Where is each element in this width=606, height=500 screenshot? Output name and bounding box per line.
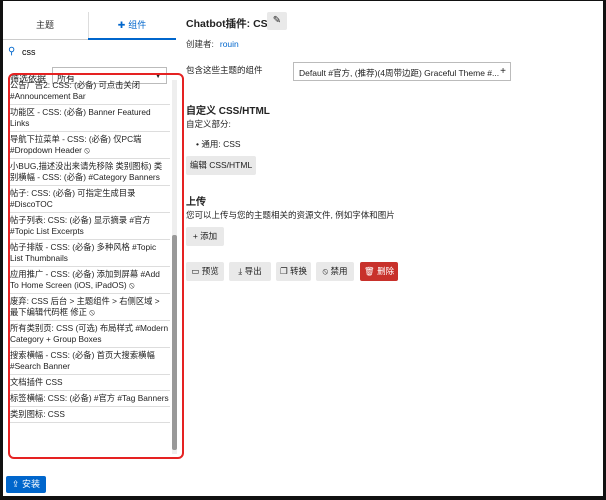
list-item[interactable]: 应用推广 - CSS: (必备) 添加到屏幕 #Add To Home Scre… (10, 267, 170, 294)
delete-button[interactable]: 🗑 删除 (360, 262, 398, 281)
list-item[interactable]: 类别图标: CSS (10, 407, 170, 423)
edit-name-button[interactable]: ✎ (267, 12, 287, 30)
install-button[interactable]: ⇪ 安装 (6, 476, 46, 493)
convert-label: 转换 (289, 266, 307, 276)
monitor-icon: ▭ (191, 266, 200, 276)
list-item[interactable]: 导航下拉菜单 - CSS: (必备) 仅PC端 #Dropdown Header… (10, 132, 170, 159)
creator-label: 创建者: (186, 39, 214, 49)
search-bar: ⚲ (4, 43, 174, 61)
layers-icon: ❐ (279, 266, 288, 276)
list-item[interactable]: 帖子列表: CSS: (必备) 显示摘录 #官方 #Topic List Exc… (10, 213, 170, 240)
list-item[interactable]: 功能区 - CSS: (必备) Banner Featured Links (10, 105, 170, 132)
list-item[interactable]: 废弃: CSS 后台 > 主题组件 > 右侧区域 > 最下编辑代码框 修正 ⦸ (10, 294, 170, 321)
page-title: Chatbot插件: CSS (186, 18, 275, 30)
search-input[interactable] (22, 43, 172, 61)
css-part-label: 自定义部分: (186, 119, 231, 129)
includes-select[interactable]: Default #官方, (推荐)(4周带边距) Graceful Theme … (293, 62, 511, 81)
component-list-items: 公告广告2: CSS: (必备) 可点击关闭 #Announcement Bar… (10, 78, 170, 423)
tab-components[interactable]: ✚ 组件 (88, 12, 176, 40)
add-upload-button[interactable]: + 添加 (186, 227, 224, 246)
tab-bar: 主题 ✚ 组件 (2, 12, 176, 40)
search-icon: ⚲ (8, 46, 16, 57)
creator-link[interactable]: rouin (220, 39, 239, 49)
list-item[interactable]: 小BUG,描述没出来请先移除 类别图标) 类别横幅 - CSS: (必备) #C… (10, 159, 170, 186)
disable-button[interactable]: ⦸ 禁用 (316, 262, 354, 281)
tab-topics[interactable]: 主题 (2, 12, 89, 39)
list-item[interactable]: 帖子排版 - CSS: (必备) 多种风格 #Topic List Thumbn… (10, 240, 170, 267)
list-item[interactable]: 文档插件 CSS (10, 375, 170, 391)
css-common-item: • 通用: CSS (196, 139, 241, 149)
plus-icon: + (192, 231, 198, 241)
disable-label: 禁用 (330, 266, 348, 276)
plus-icon[interactable]: + (500, 66, 506, 77)
includes-label: 包含这些主题的组件 (186, 65, 263, 75)
add-label: 添加 (200, 231, 218, 241)
list-item[interactable]: 帖子: CSS: (必备) 可指定生成目录 #DiscoTOC (10, 186, 170, 213)
preview-button[interactable]: ▭ 预览 (186, 262, 224, 281)
ban-icon: ⦸ (322, 266, 329, 276)
preview-label: 预览 (201, 266, 219, 276)
upload-description: 您可以上传与您的主题相关的资源文件, 例如字体和图片 (186, 210, 395, 220)
pencil-icon: ✎ (272, 15, 282, 26)
list-scrollbar[interactable] (172, 80, 177, 454)
install-label: 安装 (22, 479, 41, 489)
creator-row: 创建者: rouin (186, 38, 239, 50)
upload-heading: 上传 (186, 197, 206, 208)
list-item[interactable]: 所有类别页: CSS (可选) 布局样式 #Modern Category + … (10, 321, 170, 348)
tab-components-label: 组件 (128, 20, 147, 30)
export-button[interactable]: ⤓ 导出 (229, 262, 271, 281)
edit-css-button[interactable]: 编辑 CSS/HTML (186, 156, 256, 175)
trash-icon: 🗑 (363, 266, 375, 276)
export-label: 导出 (244, 266, 262, 276)
puzzle-icon: ✚ (117, 20, 126, 30)
list-item[interactable]: 搜索横幅 - CSS: (必备) 首页大搜索横幅 #Search Banner (10, 348, 170, 375)
scrollbar-thumb[interactable] (172, 235, 177, 450)
download-icon: ⤓ (238, 266, 243, 276)
list-item[interactable]: 公告广告2: CSS: (必备) 可点击关闭 #Announcement Bar (10, 78, 170, 105)
delete-label: 删除 (377, 266, 395, 276)
css-heading: 自定义 CSS/HTML (186, 106, 270, 117)
includes-value: Default #官方, (推荐)(4周带边距) Graceful Theme … (299, 68, 500, 78)
component-list: 公告广告2: CSS: (必备) 可点击关闭 #Announcement Bar… (8, 73, 184, 459)
upload-icon: ⇪ (11, 479, 20, 489)
list-item[interactable]: 标签横幅: CSS: (必备) #官方 #Tag Banners (10, 391, 170, 407)
convert-button[interactable]: ❐ 转换 (276, 262, 311, 281)
css-common-label: 通用: CSS (201, 139, 241, 149)
